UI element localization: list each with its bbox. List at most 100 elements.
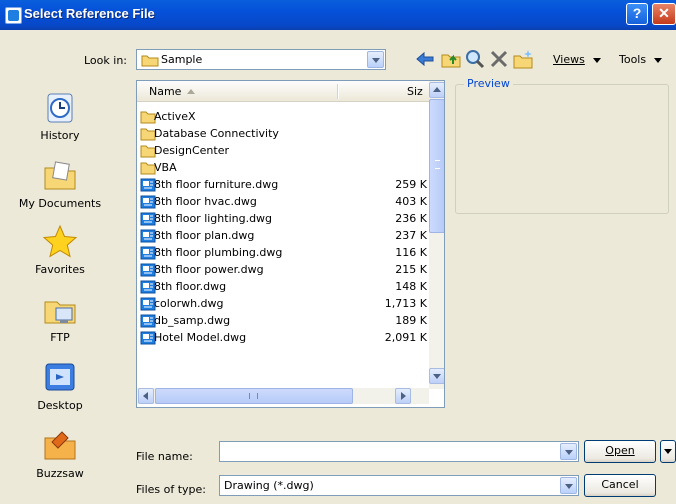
- file-name: colorwh.dwg: [154, 297, 224, 310]
- open-label: Open: [605, 444, 635, 457]
- help-button[interactable]: ?: [626, 3, 648, 25]
- scroll-left-button[interactable]: [138, 388, 154, 404]
- list-item[interactable]: db_samp.dwg 189 K: [137, 313, 429, 329]
- file-name-input[interactable]: [219, 441, 579, 462]
- scroll-grip: [249, 393, 258, 399]
- list-item[interactable]: 8th floor furniture.dwg 259 K: [137, 177, 429, 193]
- back-arrow-icon[interactable]: [414, 48, 436, 70]
- file-name: Database Connectivity: [154, 127, 279, 140]
- file-name: DesignCenter: [154, 144, 230, 157]
- place-label: Favorites: [35, 263, 85, 276]
- column-separator[interactable]: [337, 84, 339, 99]
- files-of-type-dropdown-button[interactable]: [560, 477, 577, 494]
- column-header-size[interactable]: Siz: [407, 85, 423, 98]
- files-of-type-value: Drawing (*.dwg): [224, 479, 314, 492]
- list-item[interactable]: 8th floor plan.dwg 237 K: [137, 228, 429, 244]
- list-item[interactable]: DesignCenter: [137, 143, 429, 159]
- file-size: 148 K: [395, 280, 427, 293]
- list-item[interactable]: 8th floor hvac.dwg 403 K: [137, 194, 429, 210]
- list-item[interactable]: 8th floor plumbing.dwg 116 K: [137, 245, 429, 261]
- file-name: db_samp.dwg: [154, 314, 231, 327]
- file-name: 8th floor lighting.dwg: [154, 212, 273, 225]
- tools-menu[interactable]: Tools: [619, 53, 663, 66]
- file-size: 1,713 K: [384, 297, 427, 310]
- file-size: 259 K: [395, 178, 427, 191]
- files-of-type-select[interactable]: Drawing (*.dwg): [219, 475, 579, 496]
- views-menu[interactable]: Views: [553, 53, 601, 66]
- column-header-name[interactable]: Name: [149, 85, 181, 98]
- window-title: Select Reference File: [24, 6, 155, 21]
- ftp-icon: [44, 301, 76, 324]
- place-label: Buzzsaw: [36, 467, 84, 480]
- close-button[interactable]: ✕: [652, 3, 676, 25]
- look-in-label: Look in:: [84, 54, 127, 67]
- scroll-down-button[interactable]: [429, 368, 444, 384]
- my-documents-icon: [44, 161, 76, 190]
- cancel-button[interactable]: Cancel: [584, 474, 656, 497]
- horizontal-scroll-thumb[interactable]: [155, 388, 353, 404]
- app-icon: [5, 7, 22, 24]
- file-name: VBA: [154, 161, 177, 174]
- list-item[interactable]: VBA: [137, 160, 429, 176]
- list-item[interactable]: 8th floor.dwg 148 K: [137, 279, 429, 295]
- place-ftp[interactable]: FTP: [0, 292, 120, 344]
- file-size: 116 K: [395, 246, 427, 259]
- folder-icon: [141, 55, 159, 67]
- horizontal-scrollbar[interactable]: [137, 388, 429, 404]
- place-label: History: [40, 129, 80, 142]
- place-my-documents[interactable]: My Documents: [0, 158, 120, 210]
- file-list[interactable]: Name Siz ActiveX Database Connectivity Des…: [136, 80, 445, 408]
- views-label: Views: [553, 53, 585, 66]
- file-size: 403 K: [395, 195, 427, 208]
- file-size: 237 K: [395, 229, 427, 242]
- desktop-icon: [45, 363, 75, 391]
- file-size: 189 K: [395, 314, 427, 327]
- tools-dropdown-icon: [654, 57, 663, 63]
- new-folder-icon[interactable]: [512, 48, 534, 70]
- vertical-scroll-thumb[interactable]: [429, 99, 444, 233]
- list-item[interactable]: 8th floor lighting.dwg 236 K: [137, 211, 429, 227]
- place-buzzsaw[interactable]: Buzzsaw: [0, 428, 120, 480]
- open-button[interactable]: Open: [584, 440, 656, 463]
- file-size: 236 K: [395, 212, 427, 225]
- look-in-combo[interactable]: Sample: [136, 49, 386, 70]
- file-name: ActiveX: [154, 110, 196, 123]
- file-name: Hotel Model.dwg: [154, 331, 247, 344]
- list-item[interactable]: 8th floor power.dwg 215 K: [137, 262, 429, 278]
- list-item[interactable]: Hotel Model.dwg 2,091 K: [137, 330, 429, 346]
- title-bar[interactable]: Select Reference File ? ✕: [0, 0, 676, 30]
- buzzsaw-icon: [44, 431, 76, 460]
- files-of-type-label: Files of type:: [136, 483, 207, 496]
- views-dropdown-icon: [592, 57, 601, 63]
- list-item[interactable]: ActiveX: [137, 109, 429, 125]
- place-label: FTP: [50, 331, 70, 344]
- sort-ascending-icon: [187, 89, 195, 94]
- list-item[interactable]: colorwh.dwg 1,713 K: [137, 296, 429, 312]
- up-folder-icon[interactable]: [440, 48, 462, 70]
- delete-icon[interactable]: [488, 48, 510, 70]
- file-name: 8th floor furniture.dwg: [154, 178, 279, 191]
- place-desktop[interactable]: Desktop: [0, 360, 120, 412]
- file-size: 215 K: [395, 263, 427, 276]
- list-item[interactable]: Database Connectivity: [137, 126, 429, 142]
- scroll-right-button[interactable]: [395, 388, 411, 404]
- file-name-dropdown-button[interactable]: [560, 443, 577, 460]
- file-name: 8th floor hvac.dwg: [154, 195, 257, 208]
- scroll-up-button[interactable]: [429, 82, 444, 98]
- file-name: 8th floor power.dwg: [154, 263, 264, 276]
- file-name: 8th floor.dwg: [154, 280, 227, 293]
- search-web-icon[interactable]: [464, 48, 486, 70]
- look-in-value: Sample: [161, 53, 203, 66]
- open-options-dropdown-button[interactable]: [660, 440, 676, 463]
- preview-pane: [455, 84, 669, 214]
- file-name-label: File name:: [136, 450, 193, 463]
- place-label: Desktop: [37, 399, 83, 412]
- place-history[interactable]: History: [0, 90, 120, 142]
- favorites-star-icon: [42, 224, 78, 258]
- look-in-dropdown-button[interactable]: [367, 51, 384, 68]
- file-size: 2,091 K: [384, 331, 427, 344]
- list-header: Name Siz: [137, 81, 429, 102]
- place-favorites[interactable]: Favorites: [0, 224, 120, 276]
- history-icon: [47, 93, 73, 123]
- vertical-scrollbar[interactable]: [429, 81, 444, 389]
